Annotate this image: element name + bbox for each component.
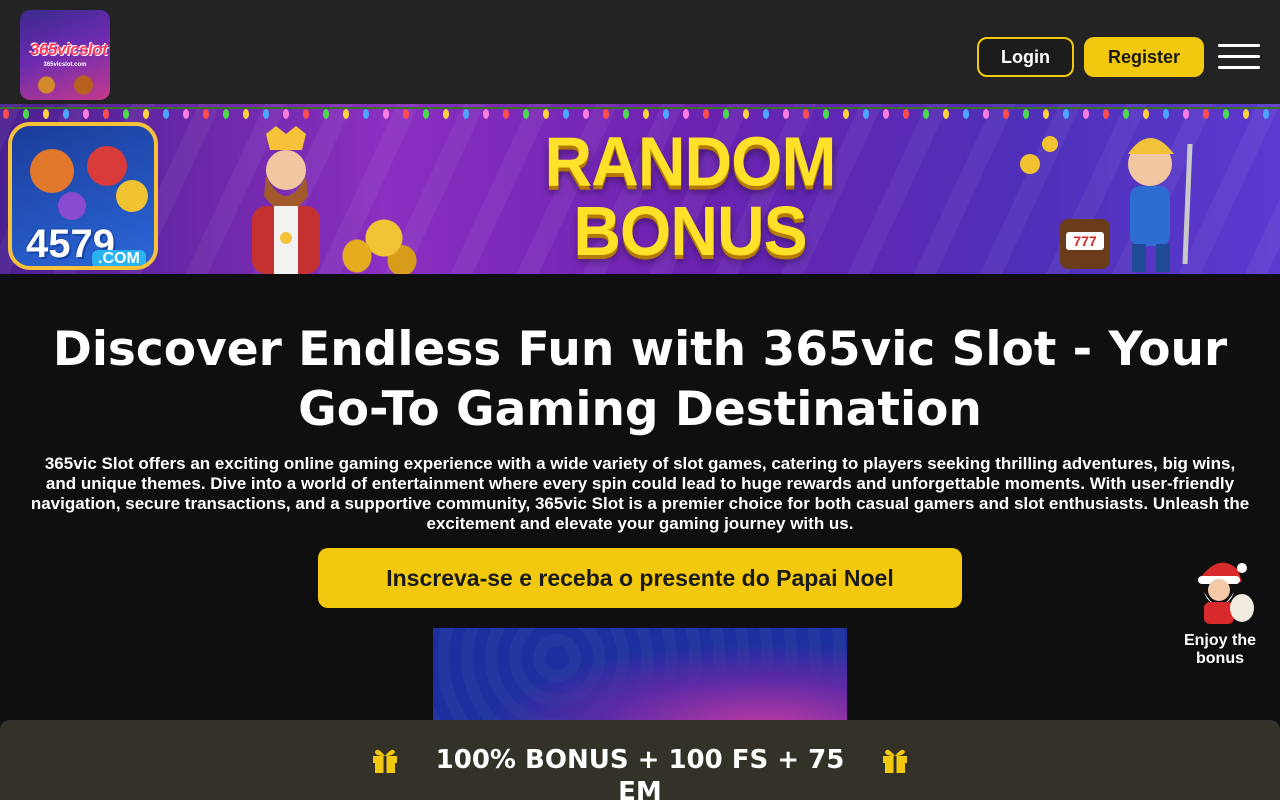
light-bulb	[203, 109, 209, 119]
light-bulb	[563, 109, 569, 119]
light-bulb	[263, 109, 269, 119]
light-bulb	[63, 109, 69, 119]
light-bulb	[303, 109, 309, 119]
santa-icon	[1198, 562, 1254, 624]
light-bulb	[443, 109, 449, 119]
brand-logo-badge: 4579 .COM	[8, 122, 158, 270]
light-bulb	[3, 109, 9, 119]
login-button[interactable]: Login	[977, 37, 1074, 77]
bonus-bottom-bar[interactable]: 100% BONUS + 100 FS + 75 EM	[0, 720, 1280, 800]
jack-character-icon: 777	[1020, 136, 1193, 272]
light-bulb	[983, 109, 989, 119]
light-bulb	[823, 109, 829, 119]
light-bulb	[223, 109, 229, 119]
banner-headline: RANDOM BONUS 12TIMES A DAY	[450, 122, 930, 274]
santa-widget-label: Enjoy the bonus	[1183, 632, 1256, 667]
light-bulb	[603, 109, 609, 119]
light-bulb	[243, 109, 249, 119]
logo-decoration	[28, 74, 102, 96]
light-bulb	[1043, 109, 1049, 119]
light-bulb	[283, 109, 289, 119]
light-bulb	[1203, 109, 1209, 119]
light-bulb	[1223, 109, 1229, 119]
light-bulb	[863, 109, 869, 119]
light-bulb	[343, 109, 349, 119]
light-bulb	[383, 109, 389, 119]
hamburger-menu-icon[interactable]	[1218, 44, 1260, 70]
light-bulb	[923, 109, 929, 119]
christmas-lights	[0, 104, 1280, 120]
light-bulb	[1123, 109, 1129, 119]
light-bulb	[1183, 109, 1189, 119]
site-header: 365vicslot 365vicslot.com Login Register	[0, 0, 1280, 104]
light-bulb	[743, 109, 749, 119]
santa-gift-signup-button[interactable]: Inscreva-se e receba o presente do Papai…	[318, 548, 962, 608]
light-bulb	[183, 109, 189, 119]
light-bulb	[1143, 109, 1149, 119]
light-bulb	[963, 109, 969, 119]
light-bulb	[403, 109, 409, 119]
light-bulb	[783, 109, 789, 119]
site-logo[interactable]: 365vicslot 365vicslot.com	[20, 10, 110, 100]
gift-icon	[883, 749, 907, 773]
light-bulb	[663, 109, 669, 119]
light-bulb	[583, 109, 589, 119]
promo-banner[interactable]: 4579 .COM RANDOM BONUS 12TIMES A DAY 777	[0, 104, 1280, 274]
light-bulb	[163, 109, 169, 119]
light-bulb	[943, 109, 949, 119]
light-bulb	[883, 109, 889, 119]
coin-stack-icon	[330, 184, 420, 274]
light-bulb	[763, 109, 769, 119]
game-preview-image[interactable]	[433, 628, 847, 728]
light-bulb	[623, 109, 629, 119]
light-bulb	[1243, 109, 1249, 119]
light-bulb	[903, 109, 909, 119]
light-bulb	[83, 109, 89, 119]
santa-bonus-widget[interactable]: Enjoy the bonus	[1180, 556, 1260, 668]
light-bulb	[483, 109, 489, 119]
light-bulb	[723, 109, 729, 119]
page-title: Discover Endless Fun with 365vic Slot - …	[52, 322, 1228, 437]
light-bulb	[1083, 109, 1089, 119]
light-bulb	[1063, 109, 1069, 119]
light-bulb	[323, 109, 329, 119]
light-bulb	[123, 109, 129, 119]
svg-text:777: 777	[1073, 233, 1097, 249]
brand-logo-sub: .COM	[92, 250, 146, 266]
light-bulb	[643, 109, 649, 119]
page-description: 365vic Slot offers an exciting online ga…	[30, 454, 1250, 533]
light-bulb	[43, 109, 49, 119]
light-bulb	[1163, 109, 1169, 119]
headline-line-1: RANDOM BONUS	[544, 122, 837, 270]
light-bulb	[423, 109, 429, 119]
bonus-offer-text: 100% BONUS + 100 FS + 75 EM	[435, 745, 845, 800]
light-bulb	[103, 109, 109, 119]
light-bulb	[1263, 109, 1269, 119]
light-bulb	[143, 109, 149, 119]
logo-text: 365vicslot	[30, 40, 108, 59]
light-bulb	[523, 109, 529, 119]
light-bulb	[1023, 109, 1029, 119]
light-bulb	[683, 109, 689, 119]
light-bulb	[1003, 109, 1009, 119]
light-bulb	[1103, 109, 1109, 119]
light-bulb	[703, 109, 709, 119]
light-bulb	[543, 109, 549, 119]
light-bulb	[463, 109, 469, 119]
register-button[interactable]: Register	[1084, 37, 1204, 77]
logo-url: 365vicslot.com	[43, 62, 87, 68]
light-bulb	[23, 109, 29, 119]
light-bulb	[363, 109, 369, 119]
light-bulb	[843, 109, 849, 119]
light-bulb	[803, 109, 809, 119]
light-bulb	[503, 109, 509, 119]
gift-icon	[373, 749, 397, 773]
